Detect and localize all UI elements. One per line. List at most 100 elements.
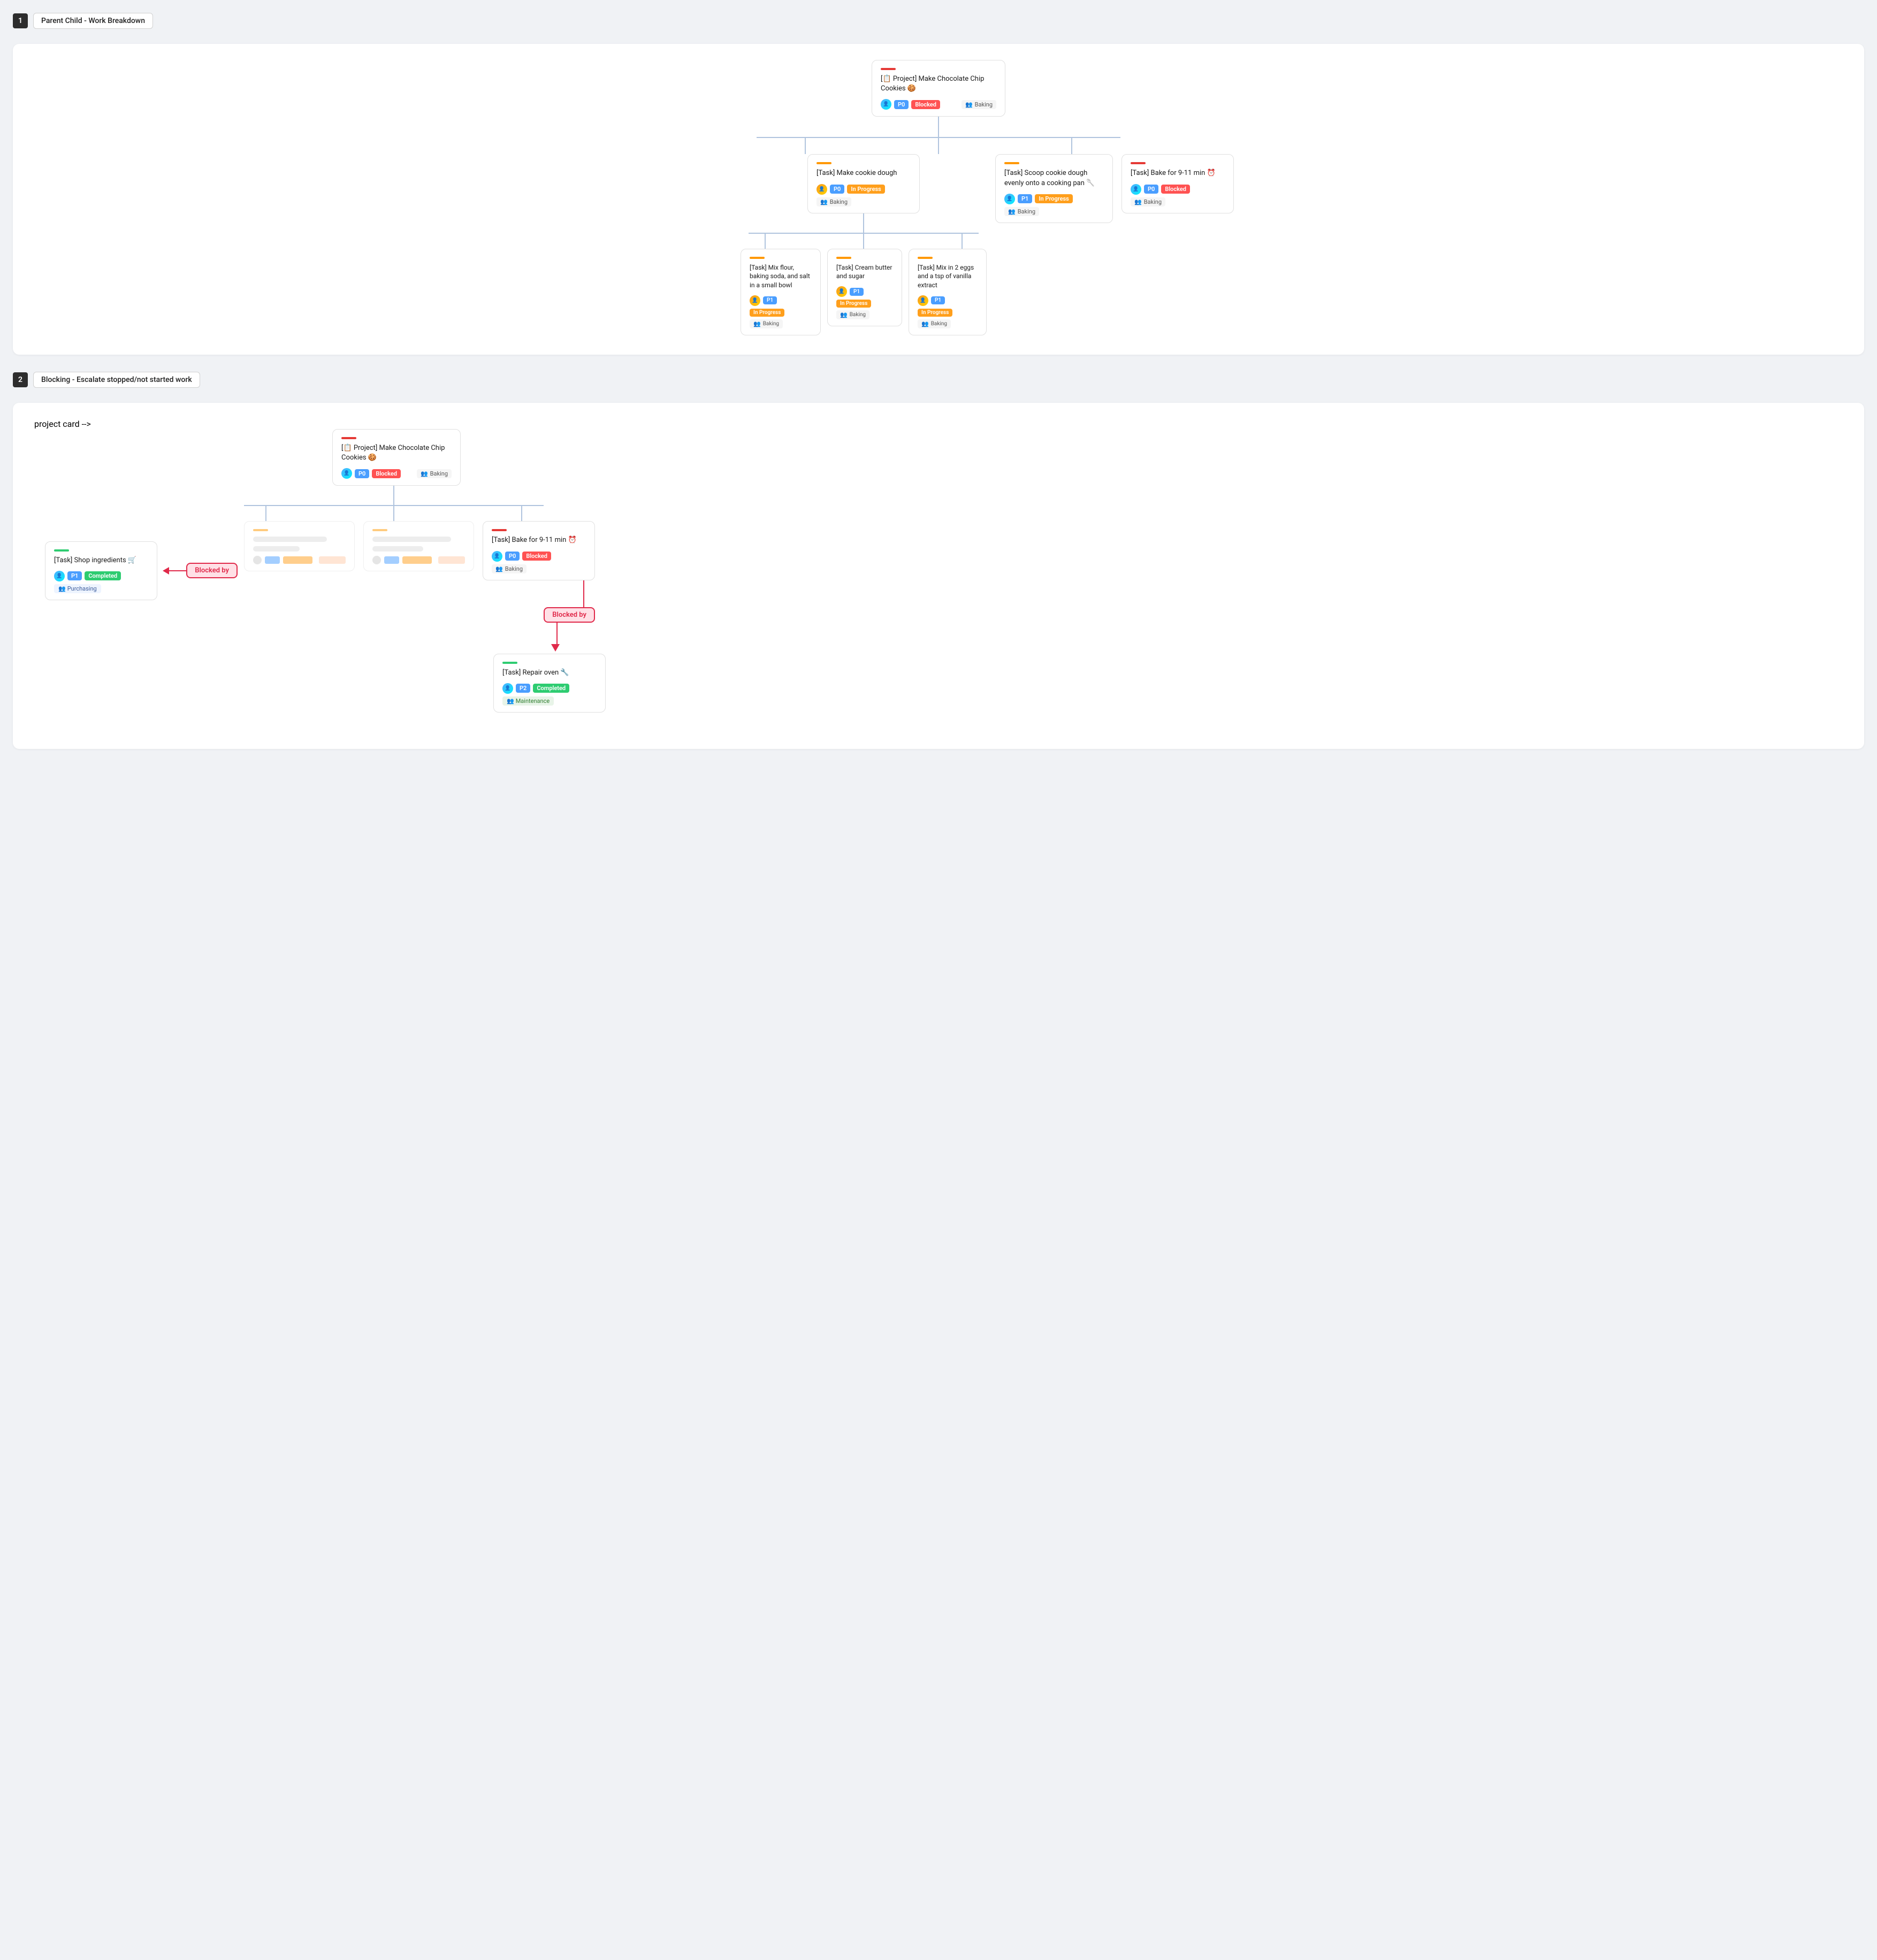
section-2-title: Blocking - Escalate stopped/not started … [33, 372, 200, 388]
l1-priority-1: P1 [1018, 194, 1032, 203]
blurred-card-2 [363, 521, 474, 571]
l2-card-2[interactable]: [Task] Mix in 2 eggs and a tsp of vanill… [909, 249, 987, 335]
l1-team-2: 👥 Baking [1131, 197, 1165, 206]
section-2-number: 2 [13, 372, 28, 387]
l2-team-1: 👥 Baking [836, 310, 869, 319]
bake-priority: P0 [505, 552, 520, 561]
shop-title: [Task] Shop ingredients 🛒 [54, 556, 148, 565]
l1-priority-2: P0 [1144, 185, 1158, 194]
root-card[interactable]: [📋 Project] Make Chocolate Chip Cookies … [872, 60, 1005, 117]
l2-team-0: 👥 Baking [750, 319, 783, 328]
s2-project-card[interactable]: [📋 Project] Make Chocolate Chip Cookies … [332, 429, 461, 486]
arrow-down-head [551, 644, 560, 652]
section-2: 2 Blocking - Escalate stopped/not starte… [13, 372, 1864, 749]
bake-title: [Task] Bake for 9-11 min ⏰ [492, 535, 586, 545]
l1-avatar-1: 👤 [1004, 194, 1015, 204]
l1-card-0[interactable]: [Task] Make cookie dough 👤 P0 In Progres… [807, 154, 920, 213]
conn-v-l1-right [1071, 138, 1072, 154]
l2-title-1: [Task] Cream butter and sugar [836, 263, 893, 281]
l2-priority-0: P1 [763, 296, 777, 304]
s2-project-title: [📋 Project] Make Chocolate Chip Cookies … [341, 443, 452, 463]
l2-team-2: 👥 Baking [918, 319, 951, 328]
root-priority: P0 [894, 100, 909, 109]
l1-title-0: [Task] Make cookie dough [817, 169, 911, 178]
conn-v-l1-left [805, 138, 806, 154]
arrow-line [169, 570, 186, 571]
l2-card-1[interactable]: [Task] Cream butter and sugar 👤 P1 In Pr… [827, 249, 902, 327]
l1-status-0: In Progress [847, 185, 884, 194]
repair-card[interactable]: [Task] Repair oven 🔧 👤 P2 Completed 👥 Ma… [493, 654, 606, 713]
shop-status: Completed [85, 571, 121, 580]
l1-card-1[interactable]: [Task] Scoop cookie dough evenly onto a … [995, 154, 1113, 223]
l2-avatar-0: 👤 [750, 295, 760, 306]
l1-card-2[interactable]: [Task] Bake for 9-11 min ⏰ 👤 P0 Blocked … [1121, 154, 1234, 213]
l1-team-0: 👥 Baking [817, 197, 851, 206]
shop-team: 👥 Purchasing [54, 584, 101, 593]
l2-title-2: [Task] Mix in 2 eggs and a tsp of vanill… [918, 263, 978, 290]
repair-meta: 👤 P2 Completed 👥 Maintenance [502, 683, 597, 706]
l1-title-2: [Task] Bake for 9-11 min ⏰ [1131, 169, 1225, 178]
level1-row: [Task] Make cookie dough 👤 P0 In Progres… [741, 154, 1136, 335]
repair-status: Completed [533, 684, 569, 693]
l1-meta-1: 👤 P1 In Progress 👥 Baking [1004, 194, 1104, 216]
bake-status: Blocked [522, 552, 551, 561]
s2-proj-status: Blocked [372, 469, 401, 478]
conn-l1-0-down [863, 213, 864, 233]
l1-accent-0 [817, 162, 831, 164]
s2-proj-priority: P0 [355, 469, 369, 478]
bake-card[interactable]: [Task] Bake for 9-11 min ⏰ 👤 P0 Blocked … [483, 521, 595, 580]
l2-priority-2: P1 [931, 296, 945, 304]
l2-meta-0: 👤 P1 In Progress 👥 Baking [750, 295, 812, 328]
l1-meta-0: 👤 P0 In Progress 👥 Baking [817, 184, 911, 206]
bake-down-line [583, 580, 584, 607]
root-avatar: 👤 [881, 99, 891, 110]
l2-status-2: In Progress [918, 309, 952, 317]
l2-card-0[interactable]: [Task] Mix flour, baking soda, and salt … [741, 249, 821, 335]
connector-root-down [938, 117, 939, 137]
blocked-by-label-2: Blocked by [544, 607, 595, 623]
l1-team-1: 👥 Baking [1004, 207, 1039, 216]
root-status: Blocked [911, 100, 940, 109]
section-1: 1 Parent Child - Work Breakdown [📋 Proje… [13, 13, 1864, 355]
section-1-title: Parent Child - Work Breakdown [33, 13, 153, 29]
l1-priority-0: P0 [830, 185, 844, 194]
shop-task-card[interactable]: [Task] Shop ingredients 🛒 👤 P1 Completed… [45, 541, 157, 600]
section-2-content: project card --> [Task] Shop ingredients… [13, 403, 1864, 749]
repair-title: [Task] Repair oven 🔧 [502, 668, 597, 678]
l2-priority-1: P1 [850, 288, 864, 296]
team-icon: 👥 [965, 101, 973, 108]
l2-meta-2: 👤 P1 In Progress 👥 Baking [918, 295, 978, 328]
root-meta: 👤 P0 Blocked 👥 Baking [881, 99, 996, 110]
level2-row: [Task] Mix flour, baking soda, and salt … [741, 249, 987, 335]
bake-team: 👥 Baking [492, 564, 527, 573]
conn-v-l1-center [938, 138, 939, 154]
l2-status-0: In Progress [750, 309, 784, 317]
repair-avatar: 👤 [502, 683, 513, 694]
repair-priority: P2 [516, 684, 530, 693]
section-1-number: 1 [13, 13, 28, 28]
root-title: [📋 Project] Make Chocolate Chip Cookies … [881, 74, 996, 94]
s2-proj-avatar: 👤 [341, 468, 352, 479]
l1-avatar-2: 👤 [1131, 184, 1141, 195]
l1-status-2: Blocked [1161, 185, 1190, 194]
l1-avatar-0: 👤 [817, 184, 827, 195]
bake-avatar: 👤 [492, 551, 502, 562]
bake-meta: 👤 P0 Blocked 👥 Baking [492, 551, 586, 573]
l2-meta-1: 👤 P1 In Progress 👥 Baking [836, 286, 893, 319]
root-team: 👥 Baking [962, 100, 996, 109]
s2-proj-team: 👥 Baking [417, 469, 452, 478]
l1-accent-2 [1131, 162, 1146, 164]
arrow-head-left [163, 567, 169, 575]
root-accent [881, 68, 896, 70]
l2-avatar-2: 👤 [918, 295, 928, 306]
l1-accent-1 [1004, 162, 1019, 164]
l2-avatar-1: 👤 [836, 286, 847, 297]
blocked-by-label-1: Blocked by [186, 563, 238, 578]
l2-status-1: In Progress [836, 300, 871, 308]
section-2-header: 2 Blocking - Escalate stopped/not starte… [13, 372, 1864, 388]
repair-team: 👥 Maintenance [502, 696, 554, 706]
section-1-header: 1 Parent Child - Work Breakdown [13, 13, 1864, 29]
section-1-content: [📋 Project] Make Chocolate Chip Cookies … [13, 44, 1864, 355]
l2-title-0: [Task] Mix flour, baking soda, and salt … [750, 263, 812, 290]
blurred-card-1 [244, 521, 355, 571]
